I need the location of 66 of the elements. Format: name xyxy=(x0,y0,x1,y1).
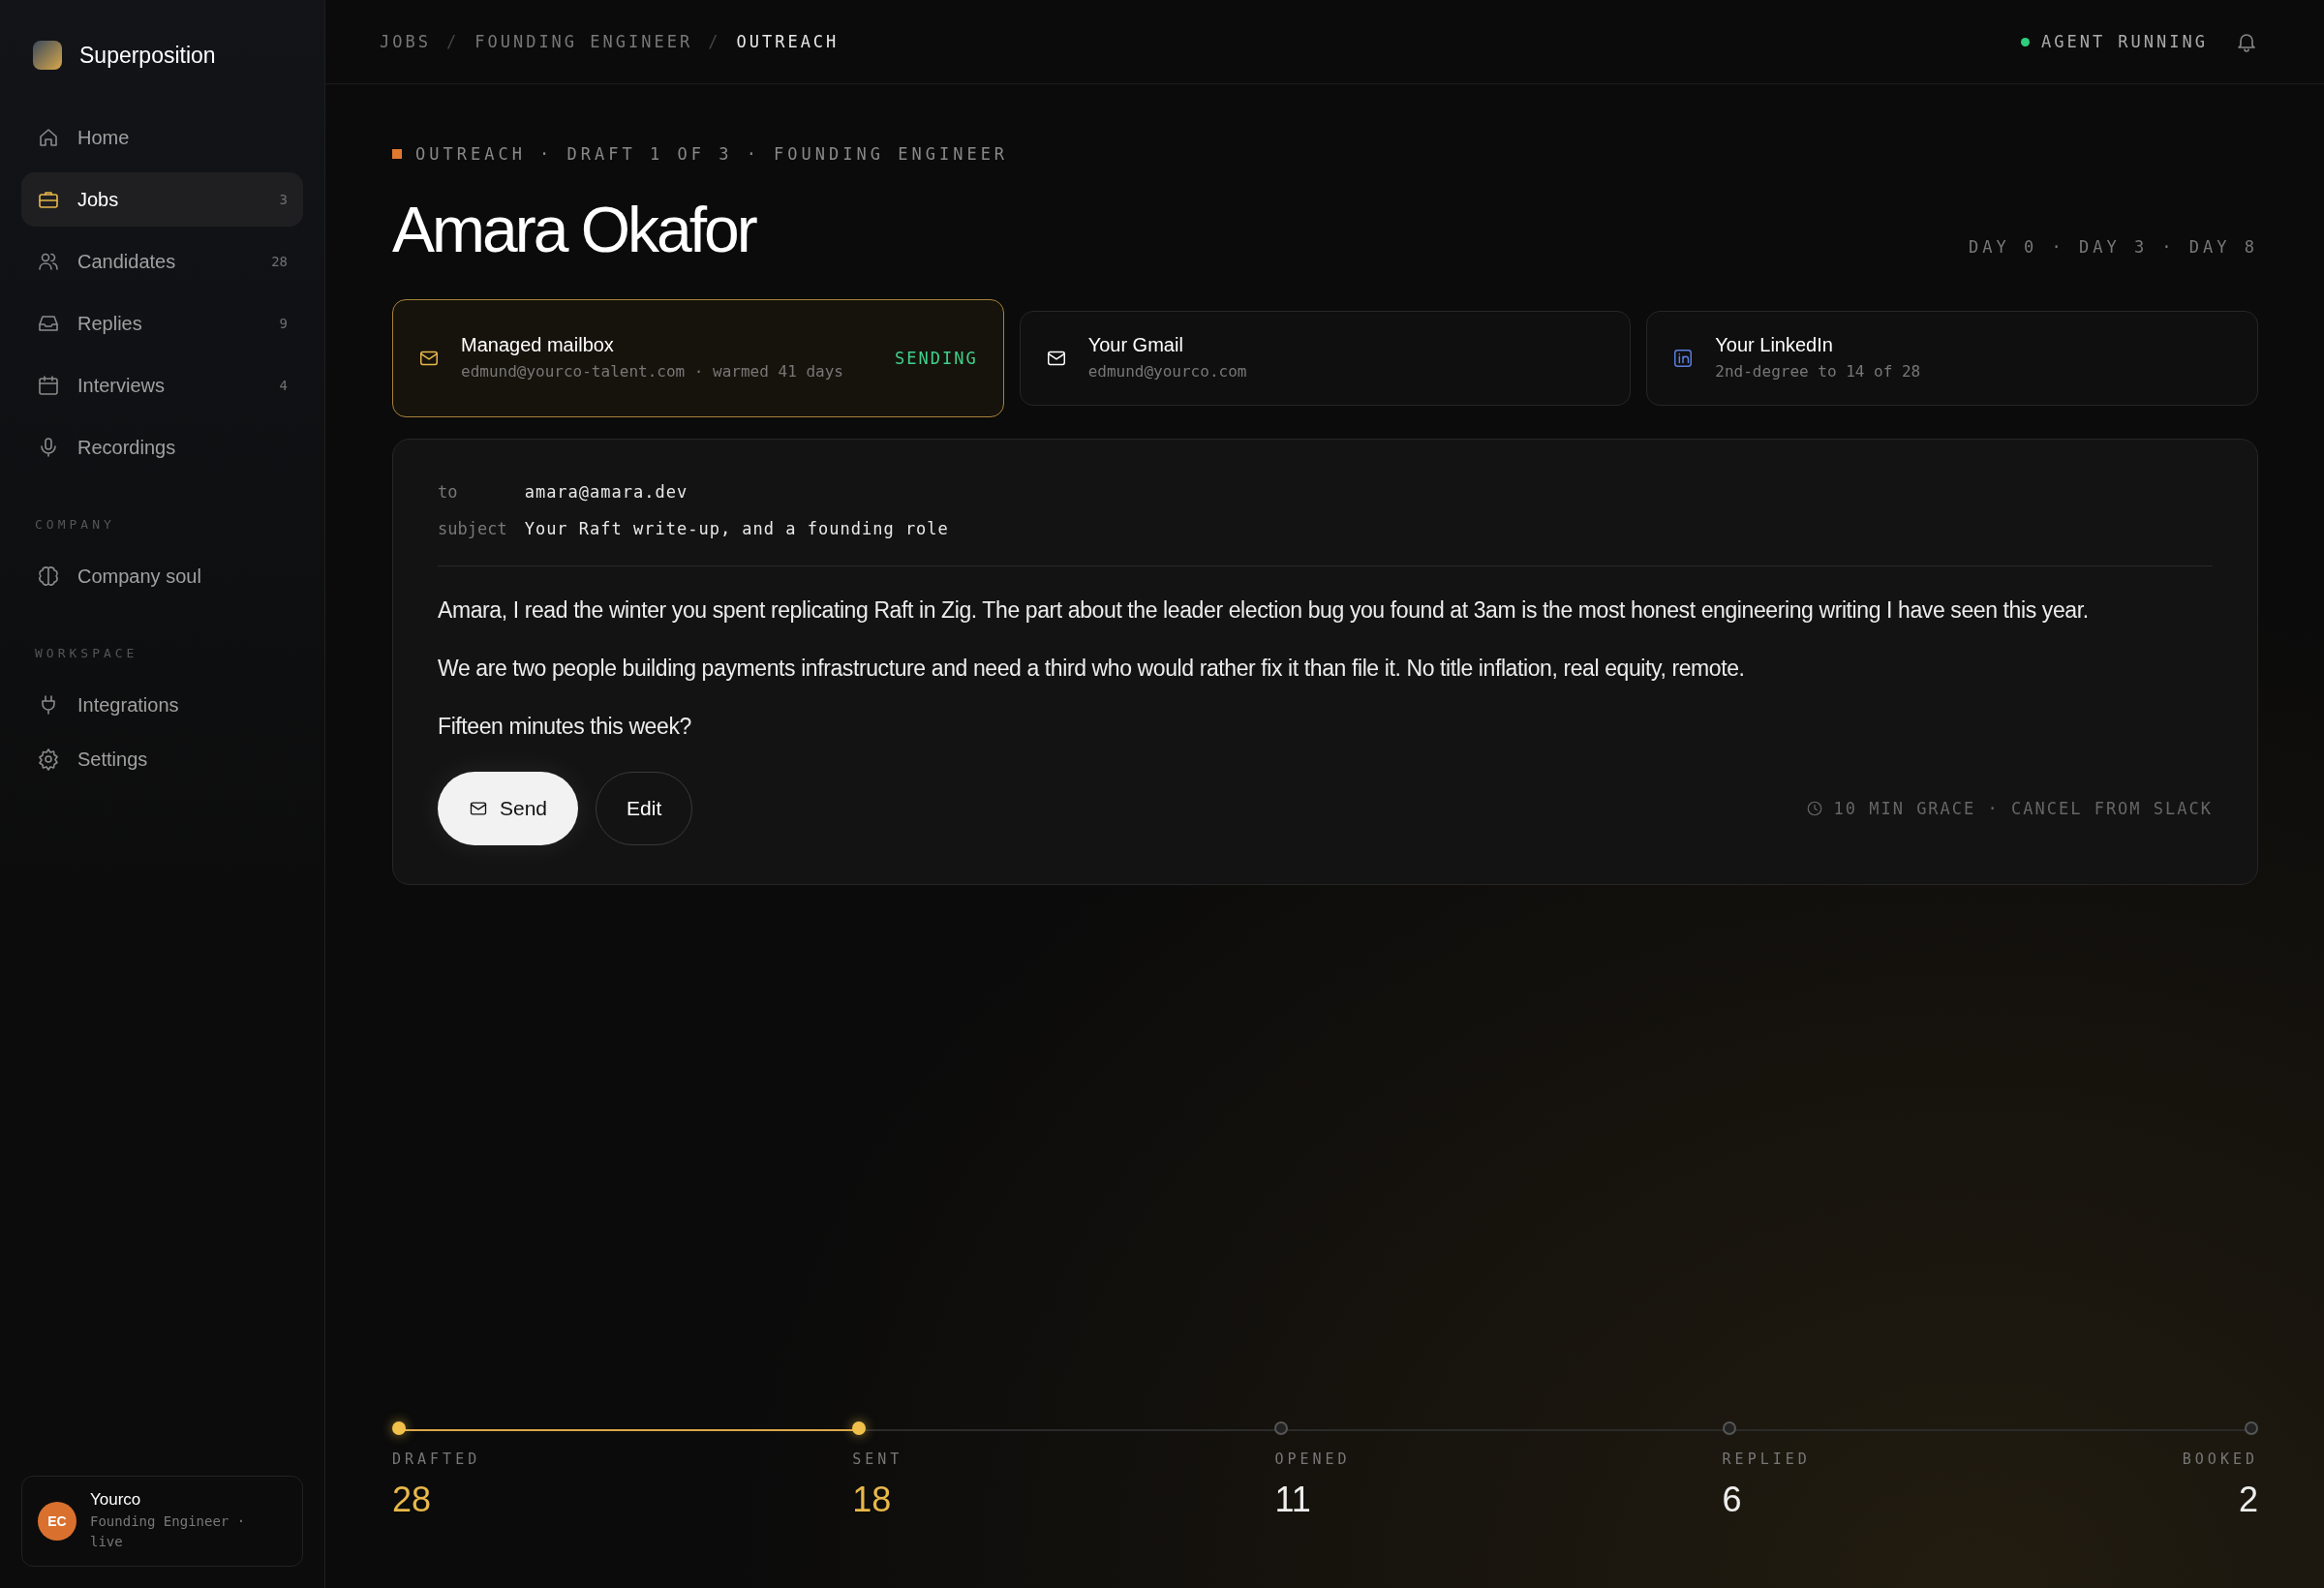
stage-label: OPENED xyxy=(1274,1451,1351,1468)
grace-note: 10 MIN GRACE · CANCEL FROM SLACK xyxy=(1833,799,2213,818)
agent-status: AGENT RUNNING xyxy=(2040,32,2208,51)
avatar: EC xyxy=(38,1502,76,1541)
field-label: subject xyxy=(438,519,507,538)
stage-label: BOOKED xyxy=(2182,1451,2258,1468)
linkedin-icon xyxy=(1672,348,1695,369)
breadcrumb-item[interactable]: FOUNDING ENGINEER xyxy=(474,32,693,51)
body-paragraph: Fifteen minutes this week? xyxy=(438,714,692,740)
account-name: Yourco xyxy=(90,1490,142,1510)
clock-icon xyxy=(1806,800,1824,817)
sidebar-item[interactable]: Home xyxy=(21,110,303,165)
channel-title: Your Gmail xyxy=(1087,333,1184,356)
field-label: to xyxy=(438,482,459,502)
recipient: amara@amara.dev xyxy=(524,482,689,502)
eyebrow-text: OUTREACH · DRAFT 1 OF 3 · FOUNDING ENGINEER xyxy=(415,144,1009,164)
settings-icon xyxy=(37,748,60,771)
breadcrumb-item[interactable]: OUTREACH xyxy=(736,32,840,51)
sidebar-item[interactable]: Integrations xyxy=(21,678,303,732)
candidate-name: Amara Okafor xyxy=(392,193,755,266)
timeline: DAY 0 · DAY 3 · DAY 8 xyxy=(1969,237,2258,257)
channel-detail: 2nd-degree to 14 of 28 xyxy=(1715,360,1922,382)
stage-label: REPLIED xyxy=(1722,1451,1811,1468)
breadcrumb-separator: / xyxy=(708,32,721,51)
account-card[interactable]: EC Yourco Founding Engineer · live xyxy=(21,1476,303,1567)
stage-count: 18 xyxy=(852,1480,892,1520)
stage-count: 28 xyxy=(392,1480,432,1520)
count: 3 xyxy=(279,192,288,207)
channel-card[interactable]: Your LinkedIn 2nd-degree to 14 of 28 xyxy=(1646,311,2258,406)
breadcrumb-item[interactable]: JOBS xyxy=(380,32,431,51)
breadcrumb-separator: / xyxy=(445,32,460,51)
count: 28 xyxy=(271,254,288,269)
sidebar-item[interactable]: Recordings xyxy=(21,420,303,474)
count: 9 xyxy=(279,316,288,331)
sidebar-item[interactable]: Candidates 28 xyxy=(21,234,303,289)
logo-icon xyxy=(33,41,62,70)
stage-count: 11 xyxy=(1274,1480,1311,1520)
account-detail: Founding Engineer · live xyxy=(90,1512,247,1551)
send-button[interactable]: Send xyxy=(438,772,579,845)
body-paragraph: We are two people building payments infrastructure and need a third who would rather fix it than file it. No title inflation, real equity, remote. xyxy=(438,656,1746,682)
count: 4 xyxy=(279,378,288,393)
sidebar-item[interactable]: Company soul xyxy=(21,549,303,603)
channel-card[interactable]: Managed mailbox edmund@yourco-talent.com · warmed 41 days SENDING xyxy=(392,299,1004,417)
sidebar-item[interactable]: Jobs 3 xyxy=(21,172,303,227)
channel-title: Your LinkedIn xyxy=(1715,333,1834,356)
section-heading: WORKSPACE xyxy=(35,646,139,660)
section-heading: COMPANY xyxy=(35,517,116,532)
channel-detail: edmund@yourco-talent.com · warmed 41 days xyxy=(461,360,844,382)
brand-name: Superposition xyxy=(79,42,216,69)
sidebar-item[interactable]: Replies 9 xyxy=(21,296,303,351)
channel-title: Managed mailbox xyxy=(461,333,615,356)
subject: Your Raft write-up, and a founding role xyxy=(524,519,950,538)
home-icon xyxy=(37,126,60,149)
sidebar-item[interactable]: Settings xyxy=(21,732,303,786)
stage-count: 6 xyxy=(1722,1480,1742,1520)
body-paragraph: Amara, I read the winter you spent replicating Raft in Zig. The part about the leader election bug you found at 3am is the most honest engineering writing I have seen this year. xyxy=(438,597,2090,624)
stage-label: DRAFTED xyxy=(392,1451,481,1468)
calendar-icon xyxy=(37,374,60,397)
sidebar-item[interactable]: Interviews 4 xyxy=(21,358,303,412)
brain-icon xyxy=(37,565,60,588)
channel-detail: edmund@yourco.com xyxy=(1087,360,1248,382)
square-marker xyxy=(392,149,402,159)
stage-count: 2 xyxy=(2238,1480,2258,1520)
status-label: SENDING xyxy=(895,349,978,368)
stage-label: SENT xyxy=(852,1451,903,1468)
channel-card[interactable]: Your Gmail edmund@yourco.com xyxy=(1019,311,1632,406)
